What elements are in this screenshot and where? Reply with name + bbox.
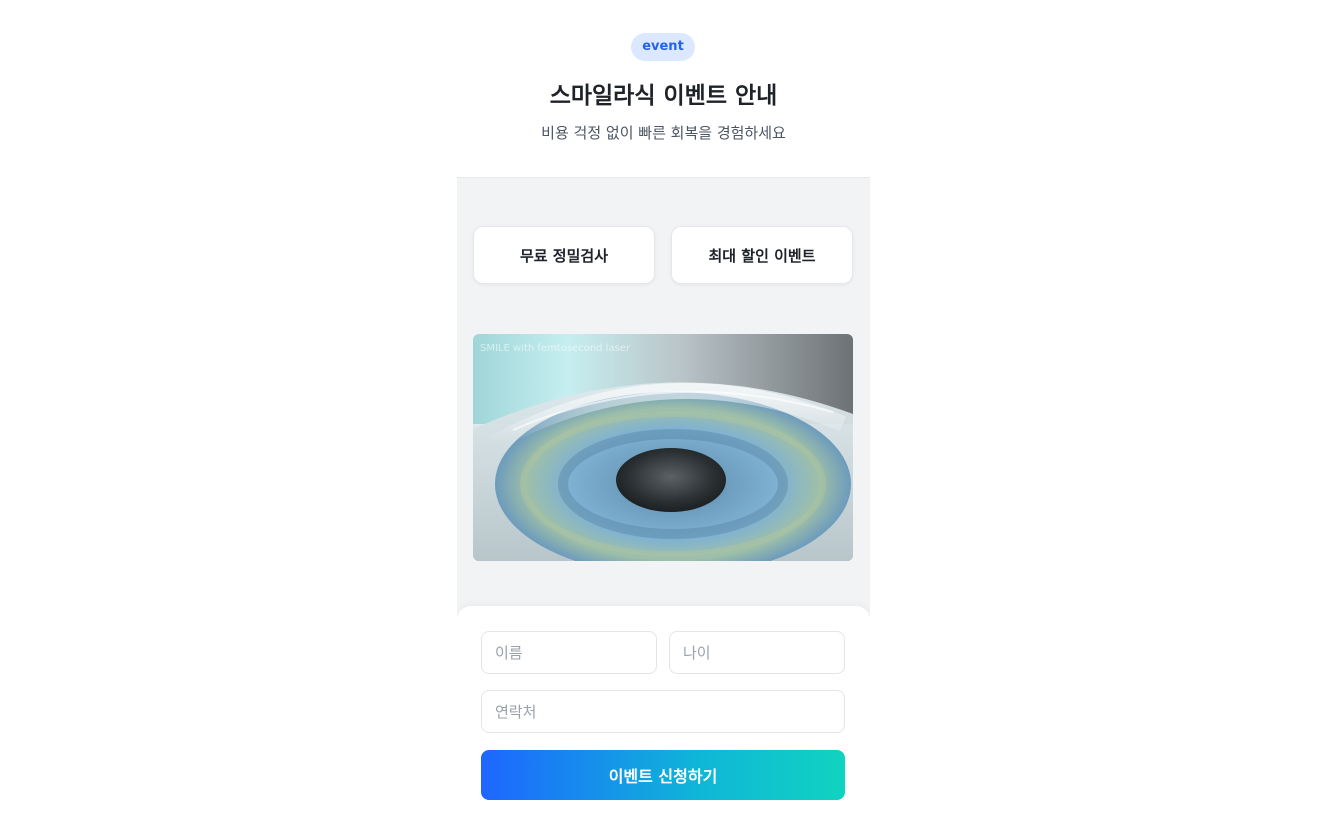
eye-illustration xyxy=(473,334,853,561)
page-title: 스마일라식 이벤트 안내 xyxy=(549,83,778,109)
eye-hero-image: SMILE with femtosecond laser xyxy=(473,334,853,561)
name-field[interactable] xyxy=(481,631,657,674)
event-header: event 스마일라식 이벤트 안내 비용 걱정 없이 빠른 회복을 경험하세요 xyxy=(457,0,870,178)
hero-caption: SMILE with femtosecond laser xyxy=(480,343,631,354)
page: event 스마일라식 이벤트 안내 비용 걱정 없이 빠른 회복을 경험하세요… xyxy=(0,0,1326,825)
page-subtitle: 비용 걱정 없이 빠른 회복을 경험하세요 xyxy=(541,124,786,142)
event-badge: event xyxy=(631,33,695,61)
discount-event-button[interactable]: 최대 할인 이벤트 xyxy=(671,226,853,284)
application-form: 이벤트 신청하기 xyxy=(457,606,870,825)
submit-button[interactable]: 이벤트 신청하기 xyxy=(481,750,845,800)
age-field[interactable] xyxy=(669,631,845,674)
event-column: event 스마일라식 이벤트 안내 비용 걱정 없이 빠른 회복을 경험하세요… xyxy=(457,0,870,825)
free-exam-button[interactable]: 무료 정밀검사 xyxy=(473,226,655,284)
phone-field[interactable] xyxy=(481,690,845,733)
